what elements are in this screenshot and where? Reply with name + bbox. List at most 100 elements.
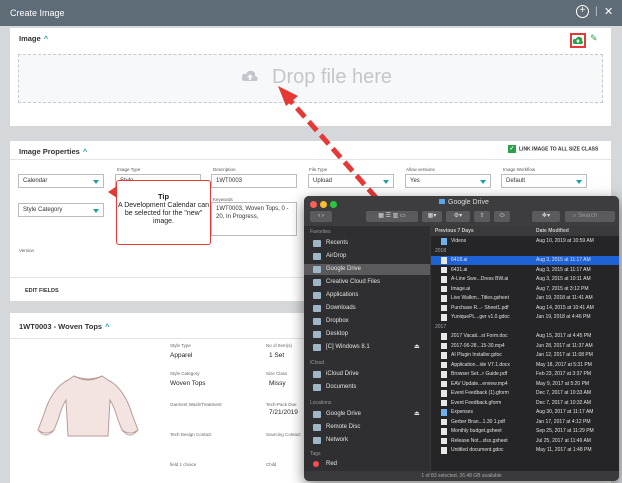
properties-section-header[interactable]: Image Properties ^ <box>19 147 87 156</box>
close-window-icon[interactable] <box>310 201 317 208</box>
sidebar-item-dropbox[interactable]: Dropbox <box>304 316 430 327</box>
sidebar-item-network[interactable]: Network <box>304 435 430 446</box>
close-icon[interactable]: ✕ <box>604 5 613 18</box>
sidebar-item-desktop[interactable]: Desktop <box>304 329 430 340</box>
search-input[interactable]: ⌕ Search <box>565 211 615 222</box>
file-date-modified: May 11, 2017 at 1:48 PM <box>536 447 592 453</box>
sidebar-item-windows[interactable]: [C] Windows 8.1 ⏏ <box>304 342 430 353</box>
file-row[interactable]: Purchase R...- Sheet1.pdf Aug 14, 2015 at… <box>431 304 619 313</box>
eject-icon[interactable]: ⏏ <box>414 409 420 420</box>
file-icon <box>441 266 447 273</box>
file-icon <box>441 304 447 311</box>
file-date-modified: Jan 17, 2017 at 4:12 PM <box>536 418 591 425</box>
sidebar-item-downloads[interactable]: Downloads <box>304 303 430 314</box>
sidebar-item-recents[interactable]: Recents <box>304 238 430 249</box>
dialog-title-bar: Create Image + | ✕ <box>0 0 622 26</box>
sidebar-item-documents[interactable]: Documents <box>304 382 430 393</box>
minimize-window-icon[interactable] <box>320 201 327 208</box>
sidebar-item-google-drive[interactable]: Google Drive <box>304 264 430 275</box>
sidebar-item-label: Downloads <box>326 305 356 311</box>
file-row[interactable]: 6431.ai Aug 3, 2015 at 11:17 AM <box>431 266 619 275</box>
tip-title: Tip <box>157 192 170 201</box>
column-date-modified[interactable]: Date Modified <box>536 226 569 236</box>
sidebar-item-creative-cloud[interactable]: Creative Cloud Files <box>304 277 430 288</box>
collapse-icon[interactable]: ^ <box>44 34 48 43</box>
file-row[interactable]: 2017 Vacati...st Form.doc Aug 15, 2017 at… <box>431 332 619 341</box>
image-section-header[interactable]: Image ^ <box>19 34 48 43</box>
file-name: Browser Set...r Guide.pdf <box>451 371 508 377</box>
allow-versions-select[interactable]: Yes <box>405 174 491 188</box>
file-row[interactable]: Application...ide V7.1.docx May 18, 2017 … <box>431 361 619 370</box>
file-row[interactable]: Live Walkm...Titles.gsheet Jan 19, 2018 a… <box>431 294 619 303</box>
action-gear-icon[interactable]: ⚙▾ <box>446 211 470 222</box>
dropbox-icon[interactable]: ❖▾ <box>532 211 560 222</box>
file-row[interactable]: 6418.ai Aug 3, 2015 at 11:17 AM <box>431 256 619 265</box>
sidebar-item-label: AirDrop <box>326 253 347 259</box>
file-icon <box>441 418 447 425</box>
edit-fields-link[interactable]: EDIT FIELDS <box>25 288 59 294</box>
file-row[interactable]: Monthly budget.gsheet Sep 25, 2017 at 11:… <box>431 427 619 436</box>
file-date-modified: Aug 3, 2015 at 11:17 AM <box>536 257 591 263</box>
upload-button[interactable] <box>570 33 586 48</box>
collapse-icon[interactable]: ^ <box>83 147 87 156</box>
file-row[interactable]: Image.ai Aug 7, 2015 at 3:12 PM <box>431 285 619 294</box>
image-type-label: Image Type <box>117 167 141 172</box>
folder-icon <box>439 199 445 204</box>
file-name: YuniquePL...ger v1.0.gdoc <box>451 314 510 320</box>
keywords-textarea[interactable]: 1WT0003, Woven Tops, 0 - 20, In Progress… <box>211 202 297 236</box>
file-row[interactable]: AI Plugin Installer.gdoc Jan 12, 2017 at … <box>431 351 619 360</box>
file-name: 2017 <box>435 323 447 330</box>
drive-icon <box>313 411 321 418</box>
share-icon[interactable]: ⇧ <box>474 211 490 222</box>
file-row[interactable]: Event Feedback (1).gform Dec 7, 2017 at 1… <box>431 389 619 398</box>
tag-icon[interactable]: ⬭ <box>494 211 510 222</box>
style-section-header[interactable]: 1WT0003 - Woven Tops ^ <box>19 322 109 331</box>
back-forward-buttons[interactable]: ‹ › <box>310 211 332 222</box>
file-row[interactable]: 2017-06-28...15-30.mp4 Jun 28, 2017 at 11… <box>431 342 619 351</box>
file-row[interactable]: Untitled document.gdoc May 11, 2017 at 1:… <box>431 446 619 455</box>
file-name: Expenses <box>451 409 473 415</box>
file-date-modified: May 9, 2017 at 5:20 PM <box>536 380 590 387</box>
file-row[interactable]: Gerber Bran...1.30 1.pdf Jan 17, 2017 at … <box>431 418 619 427</box>
file-row[interactable]: Expenses Aug 30, 2017 at 11:17 AM <box>431 408 619 417</box>
file-name: Gerber Bran...1.30 1.pdf <box>451 418 505 425</box>
file-row[interactable]: Browser Set...r Guide.pdf Feb 23, 2017 at… <box>431 370 619 379</box>
file-date-modified: Aug 3, 2015 at 11:17 AM <box>536 266 591 273</box>
file-date-modified: Aug 14, 2015 at 10:41 AM <box>536 304 594 311</box>
file-name: 2018 <box>435 247 447 254</box>
sidebar-item-airdrop[interactable]: AirDrop <box>304 251 430 262</box>
sidebar-item-icloud-drive[interactable]: iCloud Drive <box>304 369 430 380</box>
file-row[interactable]: Event Feedback.gform Dec 7, 2017 at 10:32… <box>431 399 619 408</box>
sidebar-item-label: Applications <box>326 292 359 298</box>
description-input[interactable]: 1WT0003 <box>211 174 297 188</box>
file-row[interactable]: YuniquePL...ger v1.0.gdoc Jan 19, 2018 at… <box>431 313 619 322</box>
edit-pencil-icon[interactable]: ✎ <box>590 33 598 44</box>
file-type-select[interactable]: Upload <box>308 174 394 188</box>
sidebar-item-tag-red[interactable]: Red <box>304 459 430 470</box>
add-icon[interactable]: + <box>576 5 589 18</box>
sidebar-item-applications[interactable]: Applications <box>304 290 430 301</box>
file-date-modified: Aug 7, 2015 at 3:12 PM <box>536 285 589 292</box>
file-row[interactable]: Videos Aug 10, 2019 at 10:59 AM <box>431 237 619 246</box>
checkmark-icon: ✓ <box>508 145 516 153</box>
view-mode-buttons[interactable]: ▦ ☰ ▥ ▭ <box>366 211 418 222</box>
file-row[interactable]: EAV Update...erview.mp4 May 9, 2017 at 5:… <box>431 380 619 389</box>
sidebar-item-remote-disc[interactable]: Remote Disc <box>304 422 430 433</box>
collapse-icon[interactable]: ^ <box>105 322 109 331</box>
eject-icon[interactable]: ⏏ <box>414 342 420 353</box>
file-date-modified: Jul 25, 2017 at 11:49 AM <box>536 437 591 444</box>
file-icon <box>441 276 447 283</box>
column-name[interactable]: Previous 7 Days <box>435 226 474 236</box>
style-category-select[interactable]: Style Category <box>18 203 104 217</box>
zoom-window-icon[interactable] <box>330 201 337 208</box>
finder-sidebar: Favorites Recents AirDrop Google Drive C… <box>304 226 430 471</box>
link-all-size-class-checkbox[interactable]: ✓ LINK IMAGE TO ALL SIZE CLASS <box>508 145 598 153</box>
file-row[interactable]: A-Line Swe...Dress BW.ai Aug 3, 2015 at 1… <box>431 275 619 284</box>
file-name: Release Not...xlsx.gsheet <box>451 437 508 444</box>
calendar-select[interactable]: Calendar <box>18 174 104 188</box>
sidebar-item-google-drive-location[interactable]: Google Drive ⏏ <box>304 409 430 420</box>
file-icon <box>441 333 447 340</box>
group-button[interactable]: ▦▾ <box>422 211 442 222</box>
workflow-select[interactable]: Default <box>501 174 587 188</box>
file-row[interactable]: Release Not...xlsx.gsheet Jul 25, 2017 at… <box>431 437 619 446</box>
